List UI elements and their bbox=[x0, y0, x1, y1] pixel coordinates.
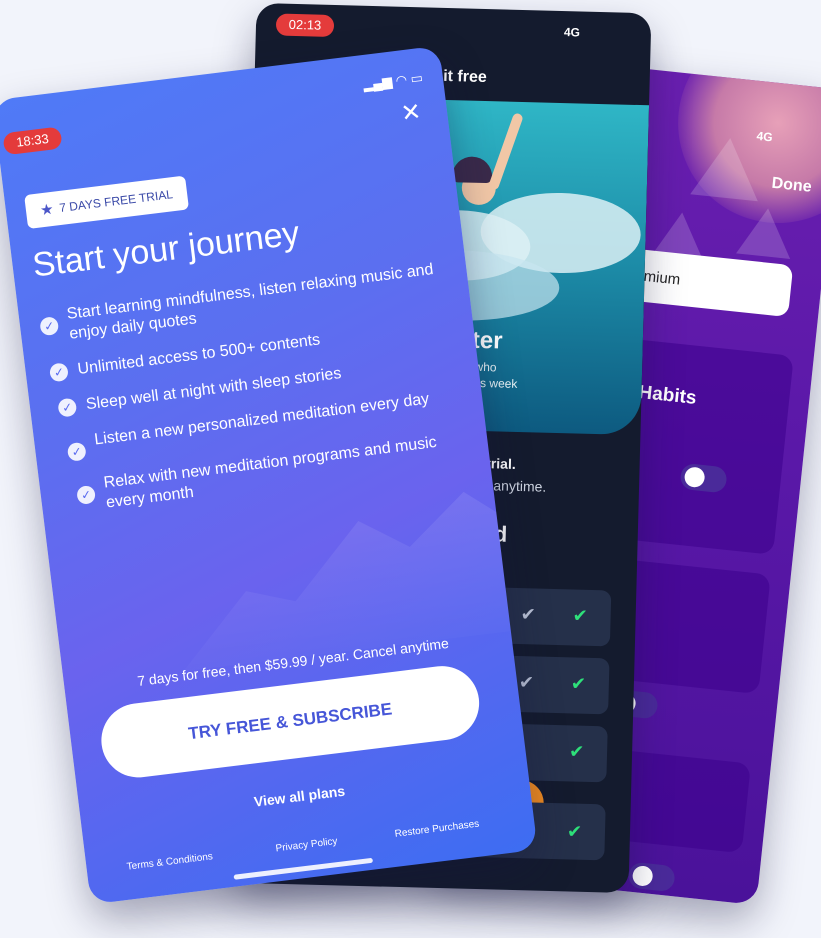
person-arm-icon bbox=[487, 112, 524, 191]
status-time: 02:13 bbox=[275, 13, 335, 38]
check-icon: ✔ bbox=[520, 604, 537, 625]
signal-icon: ▂▄▆ bbox=[362, 73, 394, 93]
terms-link[interactable]: Terms & Conditions bbox=[126, 851, 213, 872]
status-bar-network: 4G bbox=[755, 128, 774, 145]
check-icon: ✓ bbox=[76, 484, 97, 505]
wifi-icon: ◠ bbox=[394, 71, 408, 89]
check-icon: ✓ bbox=[39, 316, 60, 337]
triangle-decoration bbox=[736, 205, 796, 260]
feature-list: ✓ Start learning mindfulness, listen rela… bbox=[38, 260, 463, 535]
check-icon: ✔ bbox=[518, 672, 535, 693]
triangle-decoration bbox=[690, 134, 765, 202]
check-icon: ✓ bbox=[48, 362, 69, 383]
check-icon: ✔ bbox=[572, 605, 589, 626]
check-icon: ✔ bbox=[568, 741, 585, 762]
restore-purchases-link[interactable]: Restore Purchases bbox=[394, 819, 480, 840]
person-hair-icon bbox=[451, 156, 493, 184]
journeys-toggle[interactable] bbox=[627, 861, 676, 893]
star-icon: ★ bbox=[39, 200, 55, 220]
check-icon: ✔ bbox=[566, 821, 583, 842]
check-icon: ✔ bbox=[570, 673, 587, 694]
battery-icon: ▭ bbox=[409, 69, 424, 87]
check-icon: ✓ bbox=[57, 397, 78, 418]
free-trial-badge: ★ 7 DAYS FREE TRIAL bbox=[24, 175, 189, 230]
check-icon: ✓ bbox=[66, 441, 87, 462]
view-all-plans-link[interactable]: View all plans bbox=[209, 777, 390, 815]
free-trial-badge-label: 7 DAYS FREE TRIAL bbox=[58, 187, 174, 216]
status-bar-network: 4G bbox=[563, 25, 581, 40]
privacy-link[interactable]: Privacy Policy bbox=[275, 836, 338, 855]
status-time: 18:33 bbox=[2, 126, 63, 156]
close-icon[interactable]: ✕ bbox=[399, 98, 422, 127]
page-title: Start your journey bbox=[30, 214, 302, 285]
status-bar-icons: ▂▄▆ ◠ ▭ bbox=[362, 70, 424, 93]
triangle-decoration bbox=[654, 209, 706, 257]
